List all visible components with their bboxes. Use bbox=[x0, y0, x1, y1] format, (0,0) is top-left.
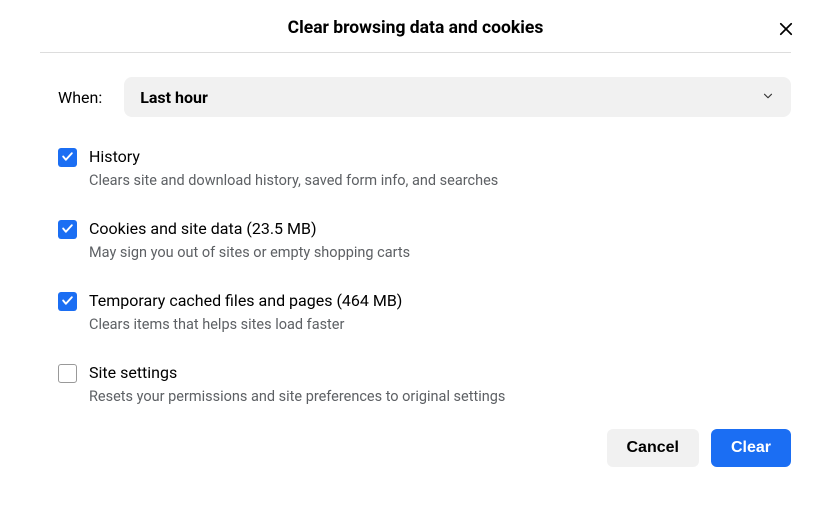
option-site-settings: Site settings Resets your permissions an… bbox=[58, 363, 791, 405]
checkmark-icon bbox=[61, 220, 74, 239]
when-label: When: bbox=[58, 88, 102, 107]
close-icon bbox=[777, 20, 795, 41]
checkmark-icon bbox=[61, 292, 74, 311]
checkbox-history[interactable] bbox=[58, 148, 77, 167]
checkmark-icon bbox=[61, 148, 74, 167]
close-button[interactable] bbox=[773, 16, 799, 45]
option-label: History bbox=[89, 147, 791, 166]
option-description: May sign you out of sites or empty shopp… bbox=[89, 244, 791, 261]
checkbox-site-settings[interactable] bbox=[58, 364, 77, 383]
option-text: Site settings Resets your permissions an… bbox=[89, 363, 791, 405]
when-select[interactable]: Last hour bbox=[124, 77, 791, 117]
option-description: Resets your permissions and site prefere… bbox=[89, 388, 791, 405]
options-list: History Clears site and download history… bbox=[40, 147, 791, 405]
option-label: Cookies and site data (23.5 MB) bbox=[89, 219, 791, 238]
option-text: History Clears site and download history… bbox=[89, 147, 791, 189]
option-cache: Temporary cached files and pages (464 MB… bbox=[58, 291, 791, 333]
clear-button[interactable]: Clear bbox=[711, 429, 791, 467]
checkbox-cache[interactable] bbox=[58, 292, 77, 311]
option-description: Clears site and download history, saved … bbox=[89, 172, 791, 189]
option-cookies: Cookies and site data (23.5 MB) May sign… bbox=[58, 219, 791, 261]
option-text: Temporary cached files and pages (464 MB… bbox=[89, 291, 791, 333]
option-label: Temporary cached files and pages (464 MB… bbox=[89, 291, 791, 310]
clear-browsing-data-dialog: Clear browsing data and cookies When: La… bbox=[0, 0, 831, 487]
option-description: Clears items that helps sites load faste… bbox=[89, 316, 791, 333]
option-text: Cookies and site data (23.5 MB) May sign… bbox=[89, 219, 791, 261]
when-row: When: Last hour bbox=[40, 77, 791, 117]
option-history: History Clears site and download history… bbox=[58, 147, 791, 189]
dialog-title: Clear browsing data and cookies bbox=[288, 18, 544, 38]
dialog-footer: Cancel Clear bbox=[40, 429, 791, 467]
option-label: Site settings bbox=[89, 363, 791, 382]
checkbox-cookies[interactable] bbox=[58, 220, 77, 239]
chevron-down-icon bbox=[761, 88, 775, 107]
when-select-value: Last hour bbox=[140, 88, 208, 107]
dialog-header: Clear browsing data and cookies bbox=[40, 18, 791, 53]
cancel-button[interactable]: Cancel bbox=[607, 429, 699, 467]
